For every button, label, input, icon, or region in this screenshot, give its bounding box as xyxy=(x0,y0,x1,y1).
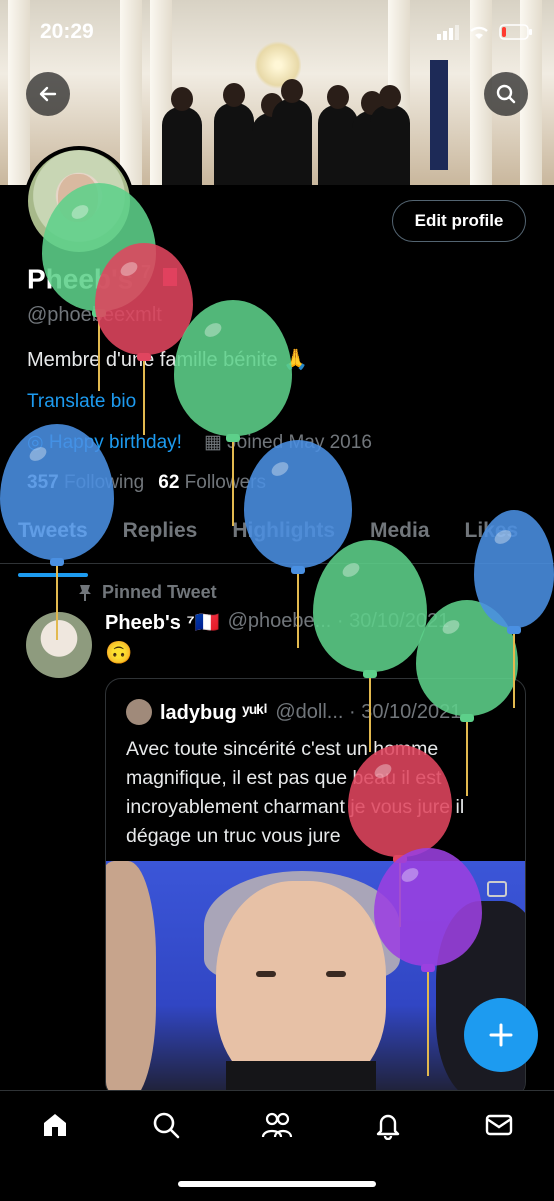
search-button[interactable] xyxy=(484,72,528,116)
search-icon xyxy=(153,1112,180,1139)
plus-icon xyxy=(489,1023,513,1047)
compose-tweet-button[interactable] xyxy=(464,998,538,1072)
nav-home[interactable] xyxy=(37,1107,73,1143)
nav-communities[interactable] xyxy=(259,1107,295,1143)
nav-notifications[interactable] xyxy=(370,1107,406,1143)
communities-icon xyxy=(261,1112,293,1138)
back-button[interactable] xyxy=(26,72,70,116)
signal-icon xyxy=(437,25,459,40)
search-icon xyxy=(496,84,516,104)
battery-icon xyxy=(499,24,532,40)
nav-messages[interactable] xyxy=(481,1107,517,1143)
status-icons xyxy=(437,24,533,40)
status-time: 20:29 xyxy=(40,20,94,43)
edit-profile-button[interactable]: Edit profile xyxy=(392,200,526,242)
balloon xyxy=(474,510,554,708)
quote-avatar xyxy=(126,699,152,725)
balloon xyxy=(313,540,427,752)
wifi-icon xyxy=(470,26,488,39)
home-indicator xyxy=(178,1181,376,1187)
captions-icon[interactable] xyxy=(487,881,507,897)
balloon xyxy=(0,424,114,640)
arrow-left-icon xyxy=(39,86,57,102)
nav-search[interactable] xyxy=(148,1107,184,1143)
home-icon xyxy=(44,1114,66,1136)
pinned-text: Pinned Tweet xyxy=(102,582,217,602)
notifications-icon xyxy=(376,1114,400,1140)
tweet-author[interactable]: Pheeb's ⁷🇫🇷 xyxy=(105,610,220,635)
tweet-text: 🙃 xyxy=(105,640,133,665)
quote-author: ladybug ʸᵘᵏⁱ xyxy=(160,701,268,724)
messages-icon xyxy=(485,1114,513,1136)
